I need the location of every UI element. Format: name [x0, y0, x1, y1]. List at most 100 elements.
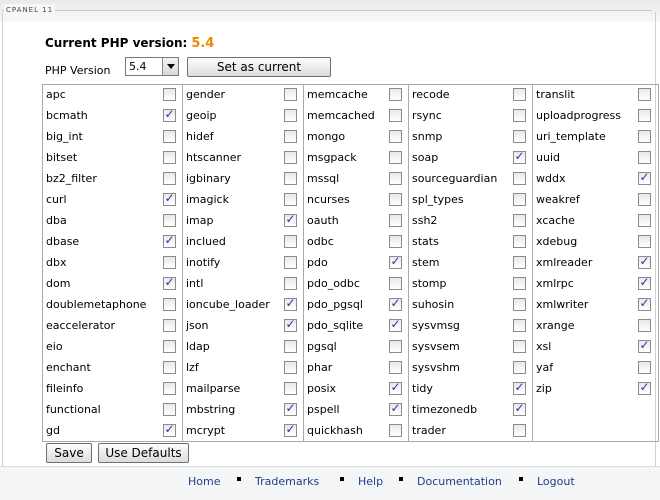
extension-checkbox[interactable] [163, 88, 176, 101]
use-defaults-button[interactable]: Use Defaults [98, 443, 189, 463]
extension-checkbox[interactable] [389, 235, 402, 248]
extension-checkbox[interactable] [513, 256, 526, 269]
extension-checkbox[interactable] [284, 401, 297, 416]
extension-label: gender [186, 88, 225, 101]
extension-checkbox[interactable] [163, 319, 176, 332]
extension-checkbox[interactable] [284, 296, 297, 311]
extension-checkbox[interactable] [513, 193, 526, 206]
extension-checkbox[interactable] [638, 380, 651, 395]
extension-checkbox[interactable] [284, 422, 297, 437]
extension-checkbox[interactable] [513, 424, 526, 437]
extension-checkbox[interactable] [389, 380, 402, 395]
extension-checkbox[interactable] [638, 193, 651, 206]
extension-checkbox[interactable] [638, 275, 651, 290]
extension-checkbox[interactable] [163, 191, 176, 206]
extension-checkbox[interactable] [513, 130, 526, 143]
extension-checkbox[interactable] [389, 193, 402, 206]
extension-checkbox[interactable] [284, 130, 297, 143]
extension-checkbox[interactable] [389, 214, 402, 227]
extension-checkbox[interactable] [163, 130, 176, 143]
extension-label: xdebug [536, 235, 578, 248]
extension-checkbox[interactable] [513, 214, 526, 227]
extension-checkbox[interactable] [638, 235, 651, 248]
extension-label: sourceguardian [412, 172, 498, 185]
extension-checkbox[interactable] [163, 172, 176, 185]
footer-link-trademarks[interactable]: Trademarks [255, 475, 319, 488]
save-button[interactable]: Save [46, 443, 92, 463]
extension-checkbox[interactable] [389, 361, 402, 374]
footer-link-logout[interactable]: Logout [537, 475, 575, 488]
footer-link-documentation[interactable]: Documentation [417, 475, 502, 488]
extension-checkbox[interactable] [638, 319, 651, 332]
extension-checkbox[interactable] [163, 256, 176, 269]
extension-checkbox[interactable] [284, 109, 297, 122]
extension-checkbox[interactable] [513, 149, 526, 164]
extension-checkbox[interactable] [284, 88, 297, 101]
extension-checkbox[interactable] [284, 361, 297, 374]
extension-checkbox[interactable] [284, 340, 297, 353]
extension-checkbox[interactable] [284, 277, 297, 290]
extension-checkbox[interactable] [513, 319, 526, 332]
extension-checkbox[interactable] [513, 277, 526, 290]
extension-checkbox[interactable] [163, 422, 176, 437]
extensions-column-2: gender geoip hidef htscanner igbinary imagick… [183, 85, 304, 441]
extension-checkbox[interactable] [513, 88, 526, 101]
extension-label: inclued [186, 235, 226, 248]
set-as-current-button[interactable]: Set as current [187, 57, 331, 77]
extension-checkbox[interactable] [389, 130, 402, 143]
extension-checkbox[interactable] [389, 172, 402, 185]
extension-checkbox[interactable] [284, 235, 297, 248]
extension-checkbox[interactable] [389, 151, 402, 164]
footer-link-help[interactable]: Help [358, 475, 383, 488]
extension-checkbox[interactable] [284, 193, 297, 206]
extension-checkbox[interactable] [638, 170, 651, 185]
extension-checkbox[interactable] [638, 130, 651, 143]
extension-checkbox[interactable] [389, 317, 402, 332]
extension-checkbox[interactable] [513, 380, 526, 395]
extension-checkbox[interactable] [513, 340, 526, 353]
extension-checkbox[interactable] [513, 235, 526, 248]
extension-checkbox[interactable] [284, 256, 297, 269]
extension-checkbox[interactable] [284, 151, 297, 164]
extension-checkbox[interactable] [638, 296, 651, 311]
extension-checkbox[interactable] [163, 340, 176, 353]
extension-checkbox[interactable] [163, 151, 176, 164]
extension-item: pdo_sqlite [304, 316, 408, 337]
extension-checkbox[interactable] [163, 361, 176, 374]
extension-checkbox[interactable] [389, 254, 402, 269]
extension-checkbox[interactable] [284, 317, 297, 332]
extension-checkbox[interactable] [638, 214, 651, 227]
extension-checkbox[interactable] [389, 401, 402, 416]
footer-link-home[interactable]: Home [188, 475, 220, 488]
extension-checkbox[interactable] [638, 109, 651, 122]
chevron-down-icon[interactable] [162, 58, 178, 75]
extension-checkbox[interactable] [513, 172, 526, 185]
extension-checkbox[interactable] [638, 88, 651, 101]
extension-checkbox[interactable] [638, 151, 651, 164]
extension-checkbox[interactable] [389, 277, 402, 290]
extension-checkbox[interactable] [513, 361, 526, 374]
extension-checkbox[interactable] [389, 296, 402, 311]
extension-checkbox[interactable] [389, 88, 402, 101]
extension-checkbox[interactable] [284, 212, 297, 227]
extension-checkbox[interactable] [163, 233, 176, 248]
extension-checkbox[interactable] [513, 401, 526, 416]
extension-checkbox[interactable] [163, 382, 176, 395]
extension-checkbox[interactable] [284, 172, 297, 185]
extension-checkbox[interactable] [513, 109, 526, 122]
extension-checkbox[interactable] [389, 109, 402, 122]
extension-checkbox[interactable] [389, 340, 402, 353]
php-version-select[interactable]: 5.4 [125, 57, 179, 76]
extension-checkbox[interactable] [163, 298, 176, 311]
extension-item: odbc [304, 232, 408, 253]
extension-checkbox[interactable] [163, 107, 176, 122]
extension-checkbox[interactable] [163, 403, 176, 416]
extension-checkbox[interactable] [389, 424, 402, 437]
extension-checkbox[interactable] [284, 382, 297, 395]
extension-checkbox[interactable] [638, 338, 651, 353]
extension-checkbox[interactable] [638, 254, 651, 269]
extension-checkbox[interactable] [638, 361, 651, 374]
extension-checkbox[interactable] [163, 214, 176, 227]
extension-checkbox[interactable] [163, 275, 176, 290]
extension-checkbox[interactable] [513, 298, 526, 311]
